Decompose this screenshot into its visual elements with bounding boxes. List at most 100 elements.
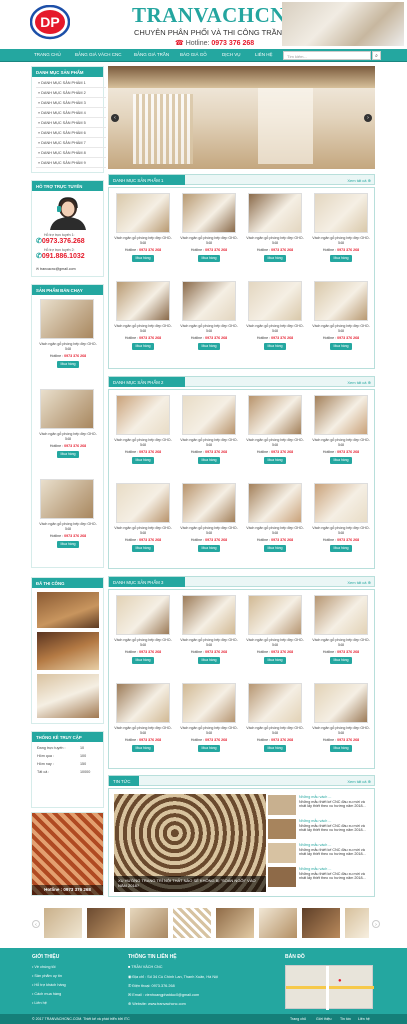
bestseller-image[interactable]: [40, 299, 94, 339]
product-name[interactable]: Vách ngăn gỗ phòng bếp đẹp GHO-548: [310, 324, 372, 333]
product-image[interactable]: [116, 595, 170, 635]
product-name[interactable]: Vách ngăn gỗ phòng bếp đẹp GHO-548: [244, 438, 306, 447]
section-more-link[interactable]: Xem tất cả ⊕: [347, 580, 371, 585]
news-item[interactable]: Những mẫu vách ... Những mẫu thiết kế CNC…: [268, 794, 372, 818]
buy-button[interactable]: Mua hàng: [264, 343, 286, 350]
buy-button[interactable]: Mua hàng: [330, 545, 352, 552]
product-name[interactable]: Vách ngăn gỗ phòng bếp đẹp GHO-548: [244, 638, 306, 647]
product-name[interactable]: Vách ngăn gỗ phòng bếp đẹp GHO-548: [178, 638, 240, 647]
product-image[interactable]: [314, 683, 368, 723]
product-image[interactable]: [314, 483, 368, 523]
product-image[interactable]: [182, 683, 236, 723]
buy-button[interactable]: Mua hàng: [264, 545, 286, 552]
product-image[interactable]: [314, 595, 368, 635]
product-image[interactable]: [116, 281, 170, 321]
product-image[interactable]: [248, 281, 302, 321]
buy-button[interactable]: Mua hàng: [330, 657, 352, 664]
gallery-prev-icon[interactable]: ‹: [32, 920, 40, 928]
bestseller-image[interactable]: [40, 479, 94, 519]
buy-button[interactable]: Mua hàng: [198, 343, 220, 350]
footer-website[interactable]: ⊕ Website: www.tranvachcnc.com: [128, 1001, 186, 1006]
buy-button[interactable]: Mua hàng: [132, 343, 154, 350]
section-more-link[interactable]: Xem tất cả ⊕: [347, 178, 371, 183]
product-name[interactable]: Vách ngăn gỗ phòng bếp đẹp GHO-548: [178, 236, 240, 245]
buy-button[interactable]: Mua hàng: [264, 255, 286, 262]
product-name[interactable]: Vách ngăn gỗ phòng bếp đẹp GHO-548: [112, 438, 174, 447]
product-image[interactable]: [116, 683, 170, 723]
product-name[interactable]: Vách ngăn gỗ phòng bếp đẹp GHO-548: [178, 324, 240, 333]
bestseller-image[interactable]: [40, 389, 94, 429]
product-name[interactable]: Vách ngăn gỗ phòng bếp đẹp GHO-548: [112, 324, 174, 333]
buy-button[interactable]: Mua hàng: [57, 451, 79, 458]
bestseller-name[interactable]: Vách ngăn gỗ phòng bếp đẹp GHO-548: [37, 522, 99, 531]
buy-button[interactable]: Mua hàng: [330, 255, 352, 262]
buy-button[interactable]: Mua hàng: [198, 657, 220, 664]
support-email[interactable]: ✉ trancacnc@gmail.com: [36, 267, 76, 271]
buy-button[interactable]: Mua hàng: [57, 541, 79, 548]
search-input[interactable]: Tìm kiếm...: [283, 51, 371, 60]
nav-item-home[interactable]: TRANG CHỦ: [34, 52, 61, 57]
search-icon[interactable]: ⌕: [372, 51, 381, 60]
news-feature-caption[interactable]: XU HƯỚNG TRANG TRÍ NỘI THẤT NÀO SẼ KHÔNG…: [114, 876, 266, 892]
footer-email[interactable]: ✉ Email : vienhoangphatduc0@gmail.com: [128, 992, 199, 997]
product-image[interactable]: [116, 193, 170, 233]
footer-link[interactable]: • Cách mua hàng: [32, 992, 61, 996]
product-image[interactable]: [116, 483, 170, 523]
bestseller-name[interactable]: Vách ngăn gỗ phòng bếp đẹp GHO-548: [37, 342, 99, 351]
news-item[interactable]: Những mẫu vách ... Những mẫu thiết kế CNC…: [268, 866, 372, 890]
buy-button[interactable]: Mua hàng: [132, 457, 154, 464]
nav-item-vach-cnc[interactable]: BẢNG GIÁ VÁCH CNC: [75, 52, 122, 57]
buy-button[interactable]: Mua hàng: [132, 255, 154, 262]
support1-phone[interactable]: ✆0973.376.268: [36, 237, 101, 245]
product-image[interactable]: [248, 683, 302, 723]
slider-prev-icon[interactable]: ‹: [111, 114, 119, 122]
footer-link[interactable]: • Về chúng tôi: [32, 965, 56, 969]
bestseller-name[interactable]: Vách ngăn gỗ phòng bếp đẹp GHO-548: [37, 432, 99, 441]
news-more-link[interactable]: Xem tất cả ⊕: [347, 779, 371, 784]
gallery-image[interactable]: [173, 908, 211, 938]
buy-button[interactable]: Mua hàng: [132, 545, 154, 552]
product-name[interactable]: Vách ngăn gỗ phòng bếp đẹp GHO-548: [244, 236, 306, 245]
footer-link[interactable]: • Hỗ trợ khách hàng: [32, 983, 66, 987]
gallery-image[interactable]: [345, 908, 369, 938]
product-image[interactable]: [314, 395, 368, 435]
category-item[interactable]: » DANH MỤC SẢN PHẨM 3: [36, 99, 106, 108]
product-image[interactable]: [182, 395, 236, 435]
buy-button[interactable]: Mua hàng: [264, 745, 286, 752]
gallery-next-icon[interactable]: ›: [372, 920, 380, 928]
product-name[interactable]: Vách ngăn gỗ phòng bếp đẹp GHO-548: [178, 438, 240, 447]
product-name[interactable]: Vách ngăn gỗ phòng bếp đẹp GHO-548: [112, 638, 174, 647]
built-project-image[interactable]: [37, 674, 99, 718]
bottom-link[interactable]: Liên hệ: [358, 1017, 370, 1021]
product-name[interactable]: Vách ngăn gỗ phòng bếp đẹp GHO-548: [310, 726, 372, 735]
bottom-link[interactable]: Giới thiệu: [316, 1017, 332, 1021]
product-name[interactable]: Vách ngăn gỗ phòng bếp đẹp GHO-548: [310, 236, 372, 245]
buy-button[interactable]: Mua hàng: [330, 343, 352, 350]
news-item[interactable]: Những mẫu vách ... Những mẫu thiết kế CNC…: [268, 842, 372, 866]
product-image[interactable]: [182, 193, 236, 233]
category-item[interactable]: » DANH MỤC SẢN PHẨM 9: [36, 159, 106, 168]
hotline-banner[interactable]: Hotline : 0973 376 268: [31, 812, 104, 896]
product-image[interactable]: [182, 483, 236, 523]
product-image[interactable]: [314, 193, 368, 233]
product-image[interactable]: [314, 281, 368, 321]
gallery-image[interactable]: [216, 908, 254, 938]
site-logo[interactable]: DP: [30, 5, 70, 40]
buy-button[interactable]: Mua hàng: [330, 745, 352, 752]
bottom-link[interactable]: Trang chủ: [290, 1017, 306, 1021]
hero-slider[interactable]: ‹ ›: [108, 66, 375, 169]
product-name[interactable]: Vách ngăn gỗ phòng bếp đẹp GHO-548: [112, 236, 174, 245]
product-name[interactable]: Vách ngăn gỗ phòng bếp đẹp GHO-548: [244, 324, 306, 333]
product-name[interactable]: Vách ngăn gỗ phòng bếp đẹp GHO-548: [178, 526, 240, 535]
buy-button[interactable]: Mua hàng: [198, 255, 220, 262]
category-item[interactable]: » DANH MỤC SẢN PHẨM 2: [36, 89, 106, 98]
footer-phone[interactable]: ✆ Điện thoại: 0973.376.268: [128, 983, 175, 988]
support2-phone[interactable]: ✆091.886.1032: [36, 252, 101, 260]
product-name[interactable]: Vách ngăn gỗ phòng bếp đẹp GHO-548: [244, 526, 306, 535]
news-feature-image[interactable]: XU HƯỚNG TRANG TRÍ NỘI THẤT NÀO SẼ KHÔNG…: [114, 794, 266, 892]
product-image[interactable]: [182, 281, 236, 321]
slider-next-icon[interactable]: ›: [364, 114, 372, 122]
nav-item-service[interactable]: DỊCH VỤ: [222, 52, 241, 57]
bottom-link[interactable]: Tin tức: [340, 1017, 351, 1021]
product-image[interactable]: [248, 193, 302, 233]
